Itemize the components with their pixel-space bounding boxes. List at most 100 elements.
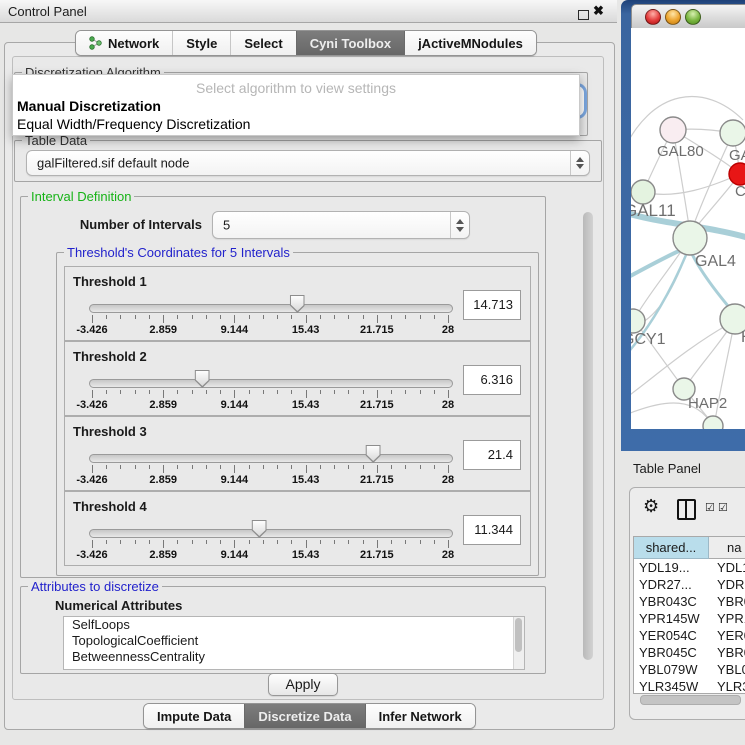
slider-tick [348,390,349,394]
table-header-row: shared... na [634,537,745,559]
threshold-4-slider-thumb[interactable] [252,520,267,538]
cell-shared-name[interactable]: YDL19... [634,559,708,576]
cell-shared-name[interactable]: YDR27... [634,576,708,593]
cell-name[interactable]: YBL0 [708,661,745,678]
table-row[interactable]: YDR27...YDR2 [634,576,745,593]
threshold-4-value-field[interactable]: 11.344 [463,515,521,545]
node-attribute-table[interactable]: shared... na YDL19...YDL1YDR27...YDR2YBR… [633,536,745,694]
slider-tick [206,465,207,469]
table-row[interactable]: YER054CYER0 [634,627,745,644]
cell-shared-name[interactable]: YPR145W [634,610,708,627]
node-label: H [741,329,745,346]
checkbox-icon[interactable]: ☑ [718,501,728,514]
threshold-2-value-field[interactable]: 6.316 [463,365,521,395]
threshold-2-slider-thumb[interactable] [195,370,210,388]
cell-shared-name[interactable]: YBR045C [634,644,708,661]
cell-name[interactable]: YDL1 [708,559,745,576]
node-gcy1[interactable] [631,309,645,333]
attributes-list-scrollbar[interactable] [513,617,524,669]
column-header-name[interactable]: na [709,537,745,559]
threshold-3-value-field[interactable]: 21.4 [463,440,521,470]
tab-discretize-data[interactable]: Discretize Data [244,704,364,728]
cell-name[interactable]: YBR0 [708,593,745,610]
zoom-traffic-light-icon[interactable] [685,9,701,25]
panel-scrollbar-thumb[interactable] [583,212,593,660]
threshold-1-value-field[interactable]: 14.713 [463,290,521,320]
threshold-2-block: Threshold 2 -3.4262.8599.14415.4321.7152… [64,341,531,416]
table-row[interactable]: YBR043CYBR0 [634,593,745,610]
threshold-3-block: Threshold 3 -3.4262.8599.14415.4321.7152… [64,416,531,491]
table-data-combobox[interactable]: galFiltered.sif default node [26,150,590,176]
cell-shared-name[interactable]: YLR345W [634,678,708,694]
attribute-list-item[interactable]: TopologicalCoefficient [64,633,524,649]
num-intervals-combobox[interactable]: 5 [212,211,470,239]
tab-select[interactable]: Select [230,31,295,55]
slider-tick [106,315,107,319]
slider-tick [291,390,292,394]
algorithm-option-manual[interactable]: Manual Discretization [17,98,161,114]
attribute-list-item[interactable]: SelfLoops [64,617,524,633]
slider-tick [249,390,250,394]
numerical-attributes-list[interactable]: SelfLoopsTopologicalCoefficientBetweenne… [63,616,525,670]
float-window-icon[interactable] [578,10,589,20]
tab-network[interactable]: Network [76,31,172,55]
node-ga[interactable] [720,120,745,146]
tab-cyni-toolbox-label: Cyni Toolbox [310,36,391,51]
attributes-scrollbar-thumb[interactable] [515,618,522,652]
close-icon[interactable]: ✖ [593,3,604,19]
table-row[interactable]: YBL079WYBL0 [634,661,745,678]
apply-button[interactable]: Apply [268,673,338,696]
cell-shared-name[interactable]: YBL079W [634,661,708,678]
slider-tick [420,315,421,319]
tab-discretize-data-label: Discretize Data [258,709,351,724]
slider-tick-label: 21.715 [360,399,394,411]
tab-impute-data[interactable]: Impute Data [144,704,244,728]
slider-tick-label: 2.859 [149,474,177,486]
network-nodes[interactable] [631,117,745,429]
gear-icon[interactable]: ⚙ [643,496,659,517]
cell-shared-name[interactable]: YBR043C [634,593,708,610]
num-intervals-label: Number of Intervals [60,217,202,232]
node-gal4[interactable] [673,221,707,255]
cell-name[interactable]: YBR0 [708,644,745,661]
cell-shared-name[interactable]: YER054C [634,627,708,644]
slider-tick [249,315,250,319]
tab-jactivemnodules[interactable]: jActiveMNodules [404,31,536,55]
slider-tick [135,465,136,469]
algorithm-option-equal-width[interactable]: Equal Width/Frequency Discretization [17,116,250,132]
slider-tick [434,390,435,394]
attribute-list-item[interactable]: BetweennessCentrality [64,649,524,665]
cell-name[interactable]: YDR2 [708,576,745,593]
node-label: HAP2 [688,395,727,412]
network-view-canvas[interactable]: GAL80 GA C GAL11 GAL4 GCY1 H HAP2 [631,28,745,429]
table-horizontal-scrollbar[interactable] [640,695,741,705]
column-header-shared-name[interactable]: shared... [634,537,709,559]
slider-tick [149,315,150,319]
threshold-3-slider-thumb[interactable] [366,445,381,463]
table-row[interactable]: YBR045CYBR0 [634,644,745,661]
split-columns-icon[interactable] [677,499,696,520]
node-bottom[interactable] [703,416,723,429]
slider-tick [234,390,235,398]
tab-style[interactable]: Style [172,31,230,55]
node-red-selected[interactable] [729,163,745,185]
network-window-titlebar[interactable] [631,4,745,30]
table-row[interactable]: YPR145WYPR1 [634,610,745,627]
tab-cyni-toolbox[interactable]: Cyni Toolbox [296,31,404,55]
slider-tick-label: 15.43 [292,399,320,411]
threshold-1-tick-labels: -3.4262.8599.14415.4321.71528 [92,324,448,336]
table-row[interactable]: YDL19...YDL1 [634,559,745,576]
checkbox-icon[interactable]: ☑ [705,501,715,514]
table-row[interactable]: YLR345WYLR3 [634,678,745,694]
algorithm-prompt-item[interactable]: Select algorithm to view settings [13,80,579,96]
tab-infer-network[interactable]: Infer Network [365,704,475,728]
close-traffic-light-icon[interactable] [645,9,661,25]
minimize-traffic-light-icon[interactable] [665,9,681,25]
node-gal80[interactable] [660,117,686,143]
threshold-1-slider-thumb[interactable] [290,295,305,313]
cell-name[interactable]: YER0 [708,627,745,644]
cell-name[interactable]: YPR1 [708,610,745,627]
threshold-4-tick-labels: -3.4262.8599.14415.4321.71528 [92,549,448,561]
cell-name[interactable]: YLR3 [708,678,745,694]
slider-tick [277,390,278,394]
